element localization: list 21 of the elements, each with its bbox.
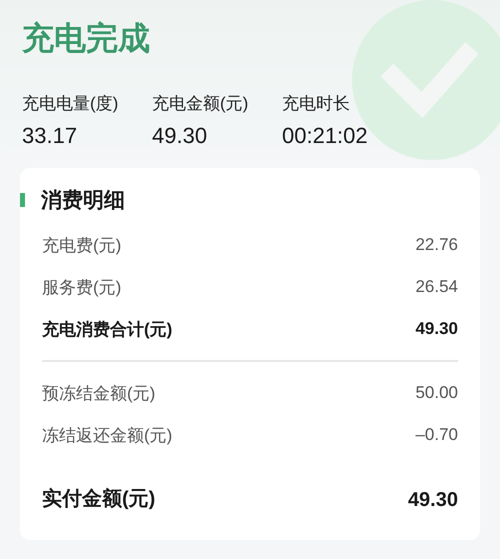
row-amount: 49.30: [415, 319, 458, 339]
stat-value: 33.17: [22, 123, 78, 149]
row-label: 充电消费合计(元): [42, 318, 172, 340]
section-title: 消费明细: [41, 188, 125, 214]
row-amount: 22.76: [415, 235, 458, 255]
stat-label: 充电时长: [282, 93, 351, 115]
row-amount: 49.30: [408, 489, 458, 512]
stat-label: 充电金额(元): [152, 93, 250, 115]
row-amount: –0.70: [415, 425, 458, 445]
stat-value: 49.30: [152, 123, 208, 149]
accent-bar: [20, 193, 25, 207]
row-label: 实付金额(元): [42, 486, 156, 512]
page-title: 充电完成: [22, 19, 151, 58]
row-amount: 26.54: [415, 277, 458, 297]
row-label: 服务费(元): [42, 276, 122, 298]
stat-value: 00:21:02: [282, 123, 368, 149]
row-amount: 50.00: [415, 383, 458, 403]
stat-label: 充电电量(度): [22, 93, 120, 115]
row-label: 预冻结金额(元): [42, 382, 156, 404]
row-label: 充电费(元): [42, 234, 122, 256]
row-label: 冻结返还金额(元): [42, 424, 172, 446]
